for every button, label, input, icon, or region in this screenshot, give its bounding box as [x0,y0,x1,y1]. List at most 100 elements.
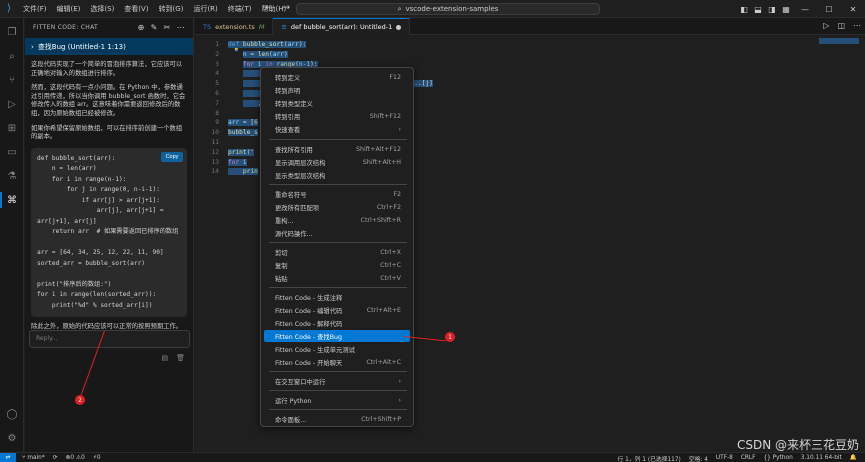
menu-terminal[interactable]: 终端(T) [223,0,257,18]
menu-item-go-to-references[interactable]: 转到引用 Shift+F12 [264,110,410,122]
editor-context-menu: 转到定义 F12 转到声明 转到类型定义 转到引用 Shift+F12 快速查看 › … [260,67,414,427]
search-label: vscode-extension-samples [405,5,499,13]
menu-item-copy[interactable]: 复制 Ctrl+C [264,259,410,271]
menu-item-fitten-edit-code[interactable]: Fitten Code - 编辑代码 Ctrl+Alt+E [264,304,410,316]
modified-badge: M [258,22,265,31]
menu-item-command-palette[interactable]: 命令面板... Ctrl+Shift+P [264,413,410,425]
menu-item-cut[interactable]: 剪切 Ctrl+X [264,246,410,258]
problems-indicator[interactable]: ⊗0 ⚠0 [66,455,85,461]
minimize-button[interactable]: — [793,5,817,14]
menu-item-refactor[interactable]: 重构... Ctrl+Shift+R [264,214,410,226]
line-number: 5 [215,80,219,88]
menu-item-fitten-generate-comments[interactable]: Fitten Code - 生成注释 [264,291,410,303]
menu-item-rename-symbol[interactable]: 重命名符号 F2 [264,188,410,200]
menu-item-peek[interactable]: 快速查看 › [264,123,410,135]
python-interpreter[interactable]: 3.10.11 64-bit [801,455,842,461]
insert-icon[interactable]: ▤ [161,354,168,362]
menu-item-find-all-references[interactable]: 查找所有引用 Shift+Alt+F12 [264,143,410,155]
code-line: print("排序后的数组:") [37,280,112,288]
edit-icon[interactable]: ✎ [151,23,158,32]
menu-view[interactable]: 查看(V) [119,0,153,18]
language-mode[interactable]: {} Python [763,455,792,461]
menu-item-run-in-interactive-window[interactable]: 在交互窗口中运行 › [264,375,410,387]
code-line: n = len(arr) [37,165,97,173]
annotation-badge-2: 2 [75,395,85,405]
delete-icon[interactable]: 🗑 [176,354,185,362]
unsaved-dot-icon[interactable] [396,24,402,30]
encoding[interactable]: UTF-8 [716,455,733,461]
source-control-icon[interactable]: ⑂ [4,72,20,88]
menu-item-call-hierarchy[interactable]: 显示调用层次结构 Shift+Alt+H [264,156,410,168]
line-number: 6 [215,89,219,97]
menu-item-fitten-generate-unit-test[interactable]: Fitten Code - 生成单元测试 [264,343,410,355]
vscode-logo-icon: ⟩ [7,3,11,14]
indentation[interactable]: 空格: 4 [689,454,708,462]
settings-gear-icon[interactable]: ⚙ [4,430,20,446]
python-file-icon: ≡ [281,23,287,31]
notifications-icon[interactable]: 🔔 [850,455,857,461]
run-debug-icon[interactable]: ▷ [4,96,20,112]
menu-item-run-python[interactable]: 运行 Python › [264,394,410,406]
remote-explorer-icon[interactable]: ▭ [4,144,20,160]
run-icon[interactable]: ▷ [823,21,829,30]
menu-item-paste[interactable]: 粘贴 Ctrl+V [264,272,410,284]
tools-icon[interactable]: ✂ [164,23,171,32]
menu-selection[interactable]: 选择(S) [85,0,119,18]
more-actions-icon[interactable]: ⋯ [853,21,861,30]
tab-label: extension.ts [215,22,255,31]
reply-input[interactable]: Reply... [29,330,190,348]
extensions-icon[interactable]: ⊞ [4,120,20,136]
title-bar: ⟩ 文件(F) 编辑(E) 选择(S) 查看(V) 转到(G) 运行(R) 终端… [0,0,865,18]
new-chat-icon[interactable]: ⊕ [138,23,145,32]
menu-item-type-hierarchy[interactable]: 显示类型层次结构 [264,169,410,181]
testing-icon[interactable]: ⚗ [4,168,20,184]
tab-extension-ts[interactable]: TS extension.ts M [195,18,274,35]
end-of-line[interactable]: CRLF [741,455,756,461]
minimap[interactable] [819,38,859,44]
menu-item-source-action[interactable]: 源代码操作... [264,227,410,239]
remote-indicator-icon[interactable]: ⇌ [0,452,16,462]
menu-run[interactable]: 运行(R) [188,0,222,18]
customize-layout-icon[interactable]: ▦ [779,5,793,14]
close-window-button[interactable]: ✕ [841,5,865,14]
menu-item-fitten-start-chat[interactable]: Fitten Code - 开始聊天 Ctrl+Alt+C [264,356,410,368]
menu-go[interactable]: 转到(G) [154,0,189,18]
account-icon[interactable]: ◯ [4,406,20,422]
back-arrow-icon[interactable]: ← [265,3,273,13]
line-number: 9 [215,119,219,127]
git-branch[interactable]: ⑂ main* [22,455,45,461]
menu-item-go-to-definition[interactable]: 转到定义 F12 [264,71,410,83]
explorer-icon[interactable]: ❐ [4,24,20,40]
fitten-code-icon[interactable]: ⌘ [0,192,20,208]
menu-item-fitten-explain-code[interactable]: Fitten Code - 解释代码 [264,317,410,329]
line-number: 13 [211,158,219,166]
panel-header: FITTEN CODE: CHAT ⊕ ✎ ✂ ⋯ [25,18,193,36]
code-line: sorted_arr = bubble_sort(arr) [37,259,146,267]
expand-chevron-icon: › [31,42,34,51]
toggle-secondary-sidebar-icon[interactable]: ◨ [765,5,779,14]
tab-untitled-1[interactable]: ≡ def bubble_sort(arr): Untitled-1 [273,18,411,35]
maximize-button[interactable]: ☐ [817,5,841,14]
toggle-panel-icon[interactable]: ⬓ [751,5,765,14]
line-number: 11 [211,138,219,146]
copy-button[interactable]: Copy [161,151,183,162]
menu-item-change-all-occurrences[interactable]: 更改所有匹配项 Ctrl+F2 [264,201,410,213]
chat-question-header[interactable]: › 查找Bug (Untitled-1 1:13) [25,38,193,55]
forward-arrow-icon[interactable]: → [283,3,291,13]
menu-edit[interactable]: 编辑(E) [52,0,86,18]
command-center-search[interactable]: ⌕ vscode-extension-samples [296,3,600,15]
cursor-position[interactable]: 行 1，列 1 (已选择117) [618,454,681,462]
more-icon[interactable]: ⋯ [177,23,185,32]
ports-indicator[interactable]: ⚡0 [93,455,101,461]
sync-icon[interactable]: ⟳ [53,455,58,461]
search-icon[interactable]: ⌕ [4,48,20,64]
toggle-sidebar-icon[interactable]: ◧ [737,5,751,14]
menu-file[interactable]: 文件(F) [18,0,52,18]
menu-item-fitten-find-bug[interactable]: Fitten Code - 查找Bug [264,330,410,342]
menu-item-go-to-declaration[interactable]: 转到声明 [264,84,410,96]
window-controls: ◧ ⬓ ◨ ▦ — ☐ ✕ [737,0,865,18]
menu-item-go-to-type-definition[interactable]: 转到类型定义 [264,97,410,109]
split-editor-icon[interactable]: ◫ [837,21,845,30]
code-line: arr[j], arr[j+1] = [37,207,164,215]
